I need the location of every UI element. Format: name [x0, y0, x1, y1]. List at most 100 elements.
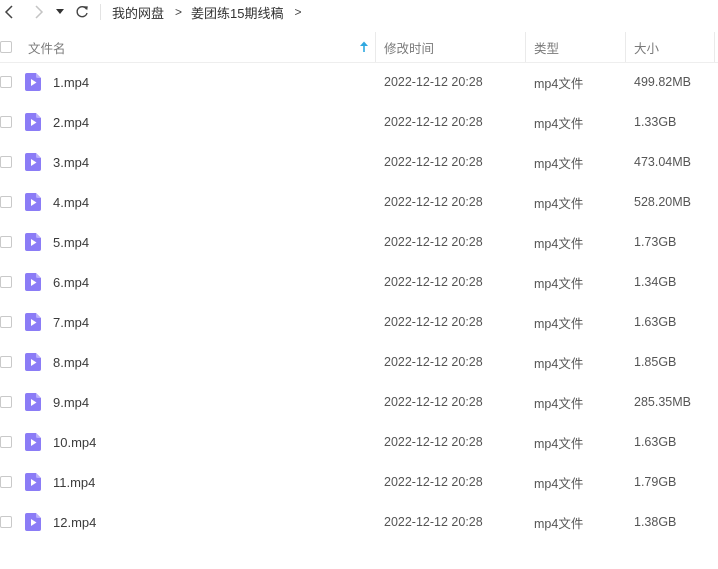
file-row[interactable]: 6.mp4 2022-12-12 20:28 mp4文件 1.34GB: [0, 262, 718, 302]
video-file-icon: [25, 193, 41, 211]
file-modified-time: 2022-12-12 20:28: [384, 435, 483, 449]
column-header-size-label: 大小: [634, 41, 660, 56]
video-file-icon: [25, 353, 41, 371]
file-row[interactable]: 7.mp4 2022-12-12 20:28 mp4文件 1.63GB: [0, 302, 718, 342]
video-file-icon: [25, 433, 41, 451]
file-size: 1.33GB: [634, 115, 677, 129]
column-header-type[interactable]: 类型: [534, 32, 559, 62]
breadcrumb-separator-icon[interactable]: >: [295, 5, 302, 19]
file-type: mp4文件: [534, 196, 584, 211]
column-divider[interactable]: [525, 32, 526, 62]
file-type: mp4文件: [534, 316, 584, 331]
file-type: mp4文件: [534, 396, 584, 411]
file-size: 1.79GB: [634, 475, 677, 489]
file-name: 12.mp4: [53, 514, 97, 530]
column-divider[interactable]: [625, 32, 626, 62]
file-size: 1.63GB: [634, 435, 677, 449]
video-file-icon: [25, 233, 41, 251]
breadcrumb-separator-icon: >: [175, 5, 183, 19]
file-type: mp4文件: [534, 356, 584, 371]
file-name: 5.mp4: [53, 234, 90, 250]
file-modified-time: 2022-12-12 20:28: [384, 155, 483, 169]
file-row[interactable]: 1.mp4 2022-12-12 20:28 mp4文件 499.82MB: [0, 62, 718, 102]
chevron-right-icon: [35, 5, 44, 19]
column-header-name[interactable]: 文件名: [28, 32, 373, 62]
row-checkbox[interactable]: [0, 156, 12, 168]
file-row[interactable]: 12.mp4 2022-12-12 20:28 mp4文件 1.38GB: [0, 502, 718, 542]
file-modified-time: 2022-12-12 20:28: [384, 115, 483, 129]
file-row[interactable]: 9.mp4 2022-12-12 20:28 mp4文件 285.35MB: [0, 382, 718, 422]
file-type: mp4文件: [534, 276, 584, 291]
file-type: mp4文件: [534, 116, 584, 131]
file-row[interactable]: 11.mp4 2022-12-12 20:28 mp4文件 1.79GB: [0, 462, 718, 502]
row-checkbox[interactable]: [0, 396, 12, 408]
breadcrumb-item-current-folder[interactable]: 姜团练15期线稿: [191, 3, 283, 22]
row-checkbox[interactable]: [0, 276, 12, 288]
file-name: 6.mp4: [53, 274, 90, 290]
file-name: 8.mp4: [53, 354, 90, 370]
file-size: 1.85GB: [634, 355, 677, 369]
row-checkbox[interactable]: [0, 236, 12, 248]
breadcrumb-item-root[interactable]: 我的网盘: [112, 3, 164, 22]
file-size: 1.34GB: [634, 275, 677, 289]
file-modified-time: 2022-12-12 20:28: [384, 515, 483, 529]
file-modified-time: 2022-12-12 20:28: [384, 75, 483, 89]
column-header-size[interactable]: 大小: [634, 32, 659, 62]
file-type: mp4文件: [534, 156, 584, 171]
file-modified-time: 2022-12-12 20:28: [384, 395, 483, 409]
video-file-icon: [25, 273, 41, 291]
file-modified-time: 2022-12-12 20:28: [384, 275, 483, 289]
file-type: mp4文件: [534, 76, 584, 91]
file-size: 473.04MB: [634, 155, 691, 169]
column-header-modified-label: 修改时间: [384, 41, 435, 56]
refresh-button[interactable]: [72, 2, 92, 22]
file-list-header: 文件名 修改时间 类型 大小: [0, 32, 718, 63]
file-name: 2.mp4: [53, 114, 90, 130]
file-row[interactable]: 2.mp4 2022-12-12 20:28 mp4文件 1.33GB: [0, 102, 718, 142]
history-dropdown-button[interactable]: [52, 2, 68, 22]
file-row[interactable]: 10.mp4 2022-12-12 20:28 mp4文件 1.63GB: [0, 422, 718, 462]
video-file-icon: [25, 393, 41, 411]
file-type: mp4文件: [534, 476, 584, 491]
file-modified-time: 2022-12-12 20:28: [384, 315, 483, 329]
file-name: 3.mp4: [53, 154, 90, 170]
video-file-icon: [25, 473, 41, 491]
row-checkbox[interactable]: [0, 476, 12, 488]
chevron-left-icon: [4, 5, 13, 19]
column-header-name-label: 文件名: [28, 41, 66, 56]
file-name: 7.mp4: [53, 314, 90, 330]
row-checkbox[interactable]: [0, 196, 12, 208]
breadcrumb: 我的网盘 > 姜团练15期线稿 >: [112, 0, 311, 24]
column-divider[interactable]: [714, 32, 715, 62]
select-all-checkbox[interactable]: [0, 41, 12, 53]
row-checkbox[interactable]: [0, 436, 12, 448]
file-size: 528.20MB: [634, 195, 691, 209]
file-row[interactable]: 8.mp4 2022-12-12 20:28 mp4文件 1.85GB: [0, 342, 718, 382]
file-row[interactable]: 5.mp4 2022-12-12 20:28 mp4文件 1.73GB: [0, 222, 718, 262]
refresh-icon: [76, 6, 88, 18]
column-header-modified[interactable]: 修改时间: [384, 32, 434, 62]
file-size: 1.73GB: [634, 235, 677, 249]
row-checkbox[interactable]: [0, 356, 12, 368]
back-button[interactable]: [0, 2, 20, 22]
file-row[interactable]: 4.mp4 2022-12-12 20:28 mp4文件 528.20MB: [0, 182, 718, 222]
video-file-icon: [25, 73, 41, 91]
file-modified-time: 2022-12-12 20:28: [384, 235, 483, 249]
column-divider[interactable]: [375, 32, 376, 62]
row-checkbox[interactable]: [0, 516, 12, 528]
file-row[interactable]: 3.mp4 2022-12-12 20:28 mp4文件 473.04MB: [0, 142, 718, 182]
file-name: 4.mp4: [53, 194, 90, 210]
row-checkbox[interactable]: [0, 116, 12, 128]
video-file-icon: [25, 153, 41, 171]
toolbar-divider: [100, 4, 101, 20]
toolbar: 我的网盘 > 姜团练15期线稿 >: [0, 0, 718, 24]
file-modified-time: 2022-12-12 20:28: [384, 195, 483, 209]
file-size: 1.63GB: [634, 315, 677, 329]
file-name: 1.mp4: [53, 74, 90, 90]
file-type: mp4文件: [534, 516, 584, 531]
video-file-icon: [25, 113, 41, 131]
row-checkbox[interactable]: [0, 76, 12, 88]
forward-button[interactable]: [28, 2, 48, 22]
row-checkbox[interactable]: [0, 316, 12, 328]
column-header-type-label: 类型: [534, 41, 560, 56]
